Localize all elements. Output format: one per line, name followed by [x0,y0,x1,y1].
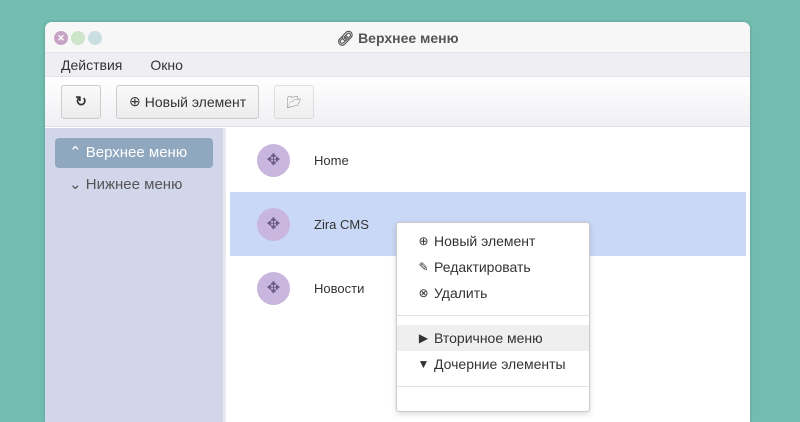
move-icon[interactable]: ✥ [257,207,290,241]
ctx-edit[interactable]: ✎ Редактировать [397,254,589,280]
refresh-icon: ↻ [75,93,87,109]
divider [397,315,589,316]
menu-window[interactable]: Окно [150,53,183,76]
list-item[interactable]: ✥ Home [230,128,746,192]
remove-circle-icon: ⊗ [418,286,429,300]
caret-square-down-icon: ▼ [417,357,430,371]
move-icon[interactable]: ✥ [257,143,290,177]
move-icon[interactable]: ✥ [257,271,290,305]
ctx-child-elements[interactable]: ▼ Дочерние элементы [397,351,589,377]
menu-actions[interactable]: Действия [61,53,122,76]
sidebar-item-top-menu[interactable]: ⌃ Верхнее меню [55,138,213,168]
sidebar-item-bottom-menu[interactable]: ⌄ Нижнее меню [55,170,213,200]
link-icon: 🔗︎ [336,30,355,46]
ctx-new-element[interactable]: ⊕ Новый элемент [397,228,589,254]
divider [397,386,589,387]
chevron-up-icon: ⌃ [69,144,82,161]
window-title: Верхнее меню [358,30,459,46]
plus-circle-icon: ⊕ [418,234,429,248]
new-element-button[interactable]: ⊕ Новый элемент [116,84,260,119]
close-button[interactable]: ✕ [54,31,68,45]
menu-bar: Действия Окно [45,53,750,77]
folder-icon: 📂︎ [286,94,302,109]
maximize-button[interactable] [88,31,102,45]
ctx-secondary-menu[interactable]: ▶ Вторичное меню [397,325,589,351]
minimize-button[interactable] [71,31,85,45]
plus-circle-icon: ⊕ [129,93,141,109]
title-bar: ✕ 🔗︎ Верхнее меню [45,22,750,53]
ctx-delete[interactable]: ⊗ Удалить [397,280,589,306]
toolbar: ↻ ⊕ Новый элемент 📂︎ [45,77,750,127]
refresh-button[interactable]: ↻ [61,84,101,119]
play-square-icon: ▶ [418,331,429,345]
chevron-down-icon: ⌄ [69,176,82,193]
folder-upload-button[interactable]: 📂︎ [274,84,315,119]
context-menu: ⊕ Новый элемент ✎ Редактировать ⊗ Удалить ▶… [396,222,590,412]
pencil-icon: ✎ [418,260,429,274]
sidebar: ⌃ Верхнее меню ⌄ Нижнее меню [45,128,226,422]
